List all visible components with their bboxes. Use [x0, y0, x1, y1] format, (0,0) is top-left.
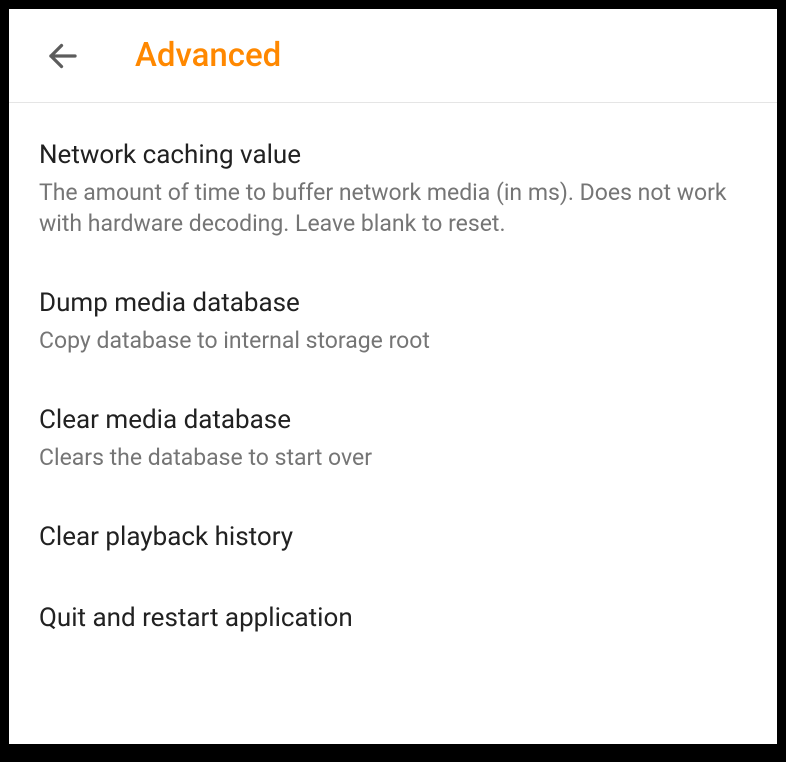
setting-title: Dump media database [39, 287, 747, 321]
setting-quit-restart[interactable]: Quit and restart application [9, 578, 777, 660]
setting-clear-playback-history[interactable]: Clear playback history [9, 497, 777, 579]
setting-network-caching[interactable]: Network caching value The amount of time… [9, 115, 777, 263]
header-bar: Advanced [9, 9, 777, 103]
page-title: Advanced [135, 36, 281, 75]
setting-description: The amount of time to buffer network med… [39, 177, 747, 239]
setting-description: Clears the database to start over [39, 442, 747, 473]
back-arrow-icon [45, 38, 81, 74]
setting-title: Network caching value [39, 139, 747, 173]
setting-title: Clear media database [39, 404, 747, 438]
back-button[interactable] [39, 32, 87, 80]
setting-title: Quit and restart application [39, 602, 747, 636]
setting-title: Clear playback history [39, 521, 747, 555]
setting-clear-media-database[interactable]: Clear media database Clears the database… [9, 380, 777, 497]
app-frame: Advanced Network caching value The amoun… [9, 9, 777, 744]
setting-dump-media-database[interactable]: Dump media database Copy database to int… [9, 263, 777, 380]
setting-description: Copy database to internal storage root [39, 325, 747, 356]
settings-list: Network caching value The amount of time… [9, 103, 777, 660]
